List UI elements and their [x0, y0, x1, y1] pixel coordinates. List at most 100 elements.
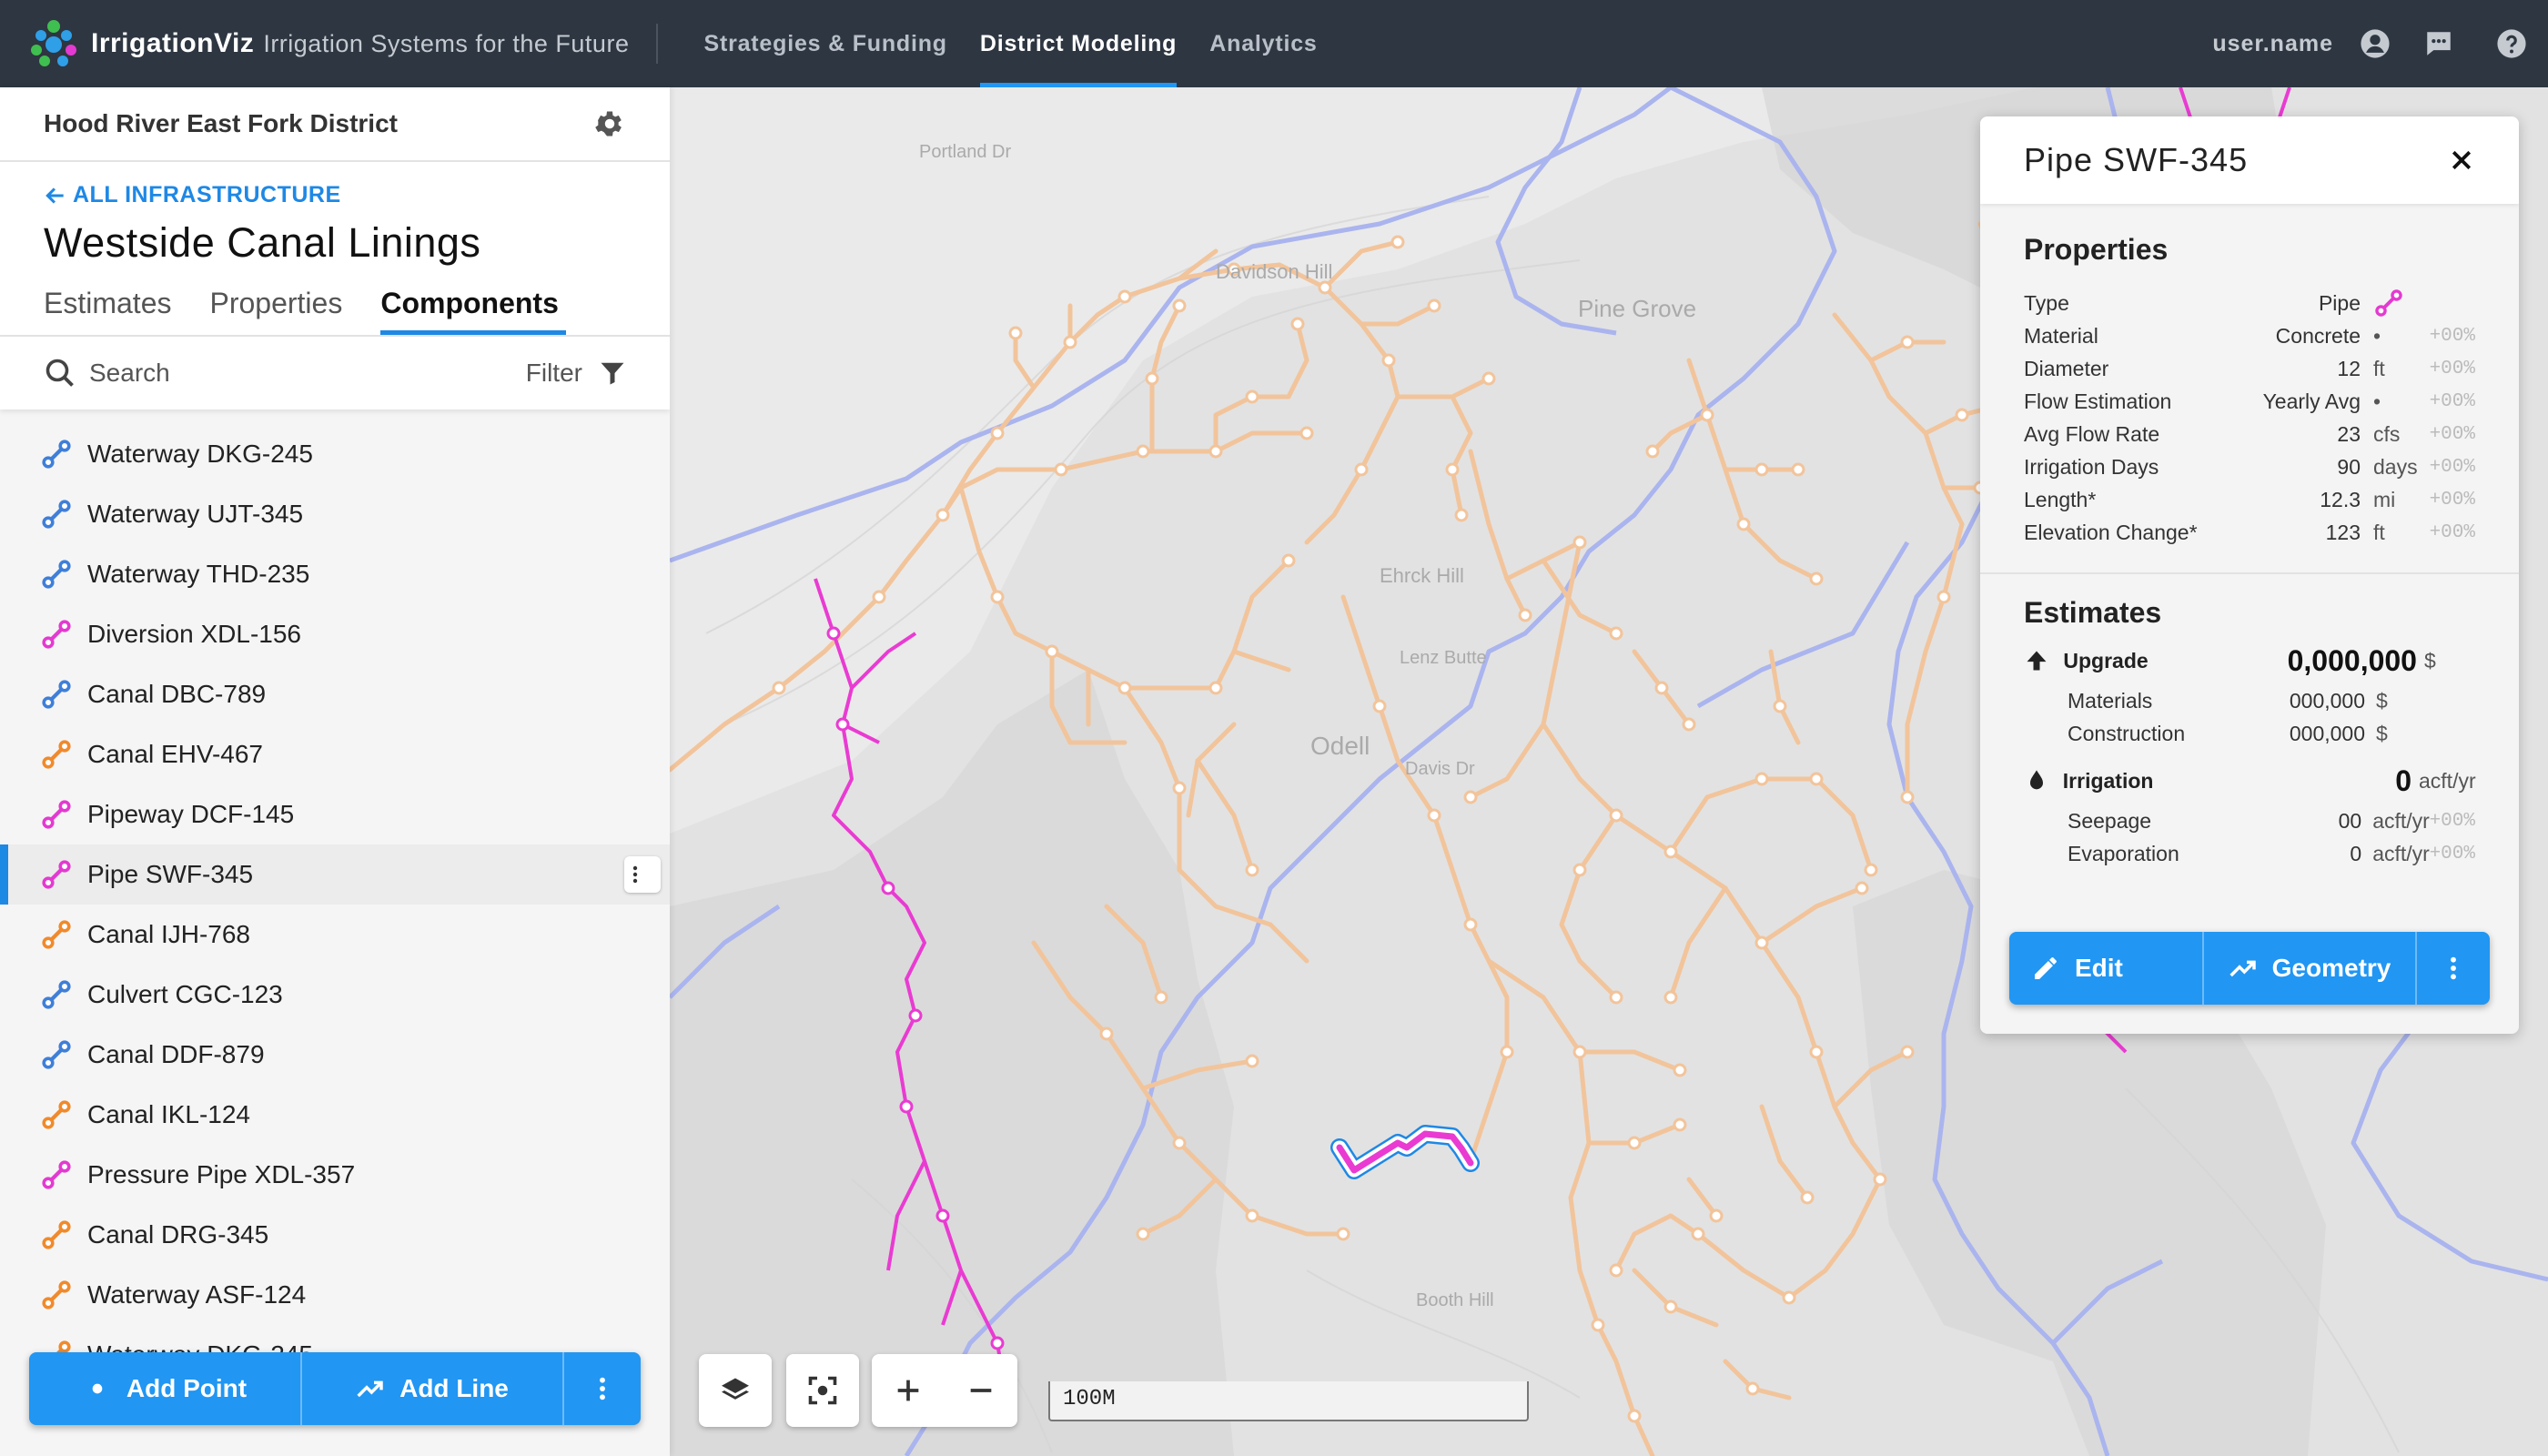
component-label: Waterway THD-235: [87, 560, 310, 588]
upgrade-breakdown: Materials 000,000 $ Construction 000,000 $: [2024, 684, 2475, 750]
top-navigation-bar: IrrigationViz Irrigation Systems for the…: [0, 0, 2548, 87]
component-label: Canal IKL-124: [87, 1100, 251, 1128]
more-actions-button[interactable]: [564, 1352, 641, 1425]
property-row: Diameter 12 ft +00%: [2024, 352, 2475, 385]
component-list-item[interactable]: Canal DRG-345: [0, 1205, 670, 1265]
property-change: +00%: [2429, 521, 2475, 543]
upgrade-row: Upgrade 0,000,000 $: [2024, 637, 2475, 684]
nav-district-modeling[interactable]: District Modeling: [964, 0, 1193, 87]
component-list-item[interactable]: Culvert CGC-123: [0, 965, 670, 1025]
component-list-item[interactable]: Pressure Pipe XDL-357: [0, 1145, 670, 1205]
chat-icon: [2427, 32, 2451, 56]
trend-line-icon: [357, 1380, 383, 1398]
user-account-button[interactable]: [2348, 0, 2402, 87]
detail-more-button[interactable]: [2417, 932, 2490, 1005]
all-infrastructure-link[interactable]: ALL INFRASTRUCTURE: [44, 182, 626, 208]
layers-button[interactable]: [699, 1354, 772, 1427]
point-icon: [92, 1383, 103, 1394]
main-nav: Strategies & Funding District Modeling A…: [687, 0, 1333, 87]
zoom-in-button[interactable]: [872, 1354, 945, 1427]
username[interactable]: user.name: [2212, 31, 2333, 57]
property-unit: days: [2373, 454, 2418, 479]
nav-strategies-funding[interactable]: Strategies & Funding: [687, 0, 963, 87]
add-line-label: Add Line: [399, 1374, 509, 1402]
property-unit: •: [2373, 389, 2381, 413]
estimate-sub-unit: $: [2376, 688, 2388, 713]
property-value[interactable]: 123: [2215, 521, 2361, 545]
estimate-sub-row: Construction 000,000 $: [2024, 717, 2475, 750]
component-list-item[interactable]: Canal IKL-124: [0, 1085, 670, 1145]
district-header: Hood River East Fork District: [0, 87, 670, 162]
component-list-item[interactable]: Pipeway DCF-145: [0, 784, 670, 844]
component-label: Pipe SWF-345: [87, 860, 254, 888]
detail-actions-bar: Edit Geometry: [2009, 932, 2490, 1005]
property-value[interactable]: Concrete: [2215, 324, 2361, 349]
property-change: +00%: [2429, 456, 2475, 478]
component-label: Canal IJH-768: [87, 920, 250, 948]
help-button[interactable]: [2475, 0, 2548, 87]
zoom-to-extent-button[interactable]: [786, 1354, 859, 1427]
messages-button[interactable]: [2402, 0, 2475, 87]
filter-button[interactable]: Filter: [526, 359, 626, 388]
app-tagline: Irrigation Systems for the Future: [263, 29, 630, 57]
geometry-button[interactable]: Geometry: [2204, 932, 2417, 1005]
property-change: +00%: [2429, 423, 2475, 445]
tab-components[interactable]: Components: [380, 287, 566, 335]
property-value[interactable]: 90: [2215, 455, 2361, 480]
search-input[interactable]: Search: [44, 357, 170, 389]
gear-icon: [595, 111, 622, 136]
pipe-segment-icon: [2375, 289, 2402, 317]
brand[interactable]: IrrigationViz Irrigation Systems for the…: [0, 0, 629, 87]
property-label: Elevation Change*: [2024, 520, 2198, 544]
component-list-item[interactable]: Canal DDF-879: [0, 1025, 670, 1085]
component-label: Canal DBC-789: [87, 680, 267, 708]
district-settings-button[interactable]: [593, 107, 626, 140]
edit-button[interactable]: Edit: [2009, 932, 2204, 1005]
detail-header: Pipe SWF-345: [1980, 116, 2519, 204]
component-list-item[interactable]: Waterway DKG-245: [0, 424, 670, 484]
estimate-sub-unit: acft/yr: [2372, 841, 2430, 865]
component-list-item[interactable]: Waterway ASF-124: [0, 1265, 670, 1325]
component-label: Canal DRG-345: [87, 1220, 269, 1249]
back-link-label: ALL INFRASTRUCTURE: [73, 182, 341, 207]
add-point-button[interactable]: Add Point: [29, 1352, 302, 1425]
add-line-button[interactable]: Add Line: [302, 1352, 564, 1425]
component-list-item[interactable]: Diversion XDL-156: [0, 604, 670, 664]
component-list-item[interactable]: Waterway THD-235: [0, 544, 670, 604]
property-value[interactable]: 12: [2215, 357, 2361, 381]
component-list-item[interactable]: Canal EHV-467: [0, 724, 670, 784]
property-change: +00%: [2429, 325, 2475, 347]
property-value[interactable]: 23: [2215, 422, 2361, 447]
add-actions-bar: Add Point Add Line: [29, 1352, 641, 1425]
component-list-item[interactable]: Canal DBC-789: [0, 664, 670, 724]
top-divider: [656, 24, 659, 64]
component-list-item[interactable]: Canal IJH-768: [0, 905, 670, 965]
zoom-controls: [872, 1354, 1017, 1427]
waterway-segment-icon: [42, 500, 71, 529]
upgrade-value: 0,000,000: [2287, 643, 2417, 677]
item-menu-button[interactable]: [624, 856, 661, 893]
property-label: Irrigation Days: [2024, 454, 2159, 479]
component-label: Diversion XDL-156: [87, 620, 301, 648]
close-icon: [2452, 150, 2472, 170]
property-value[interactable]: Yearly Avg: [2215, 389, 2361, 414]
tab-properties[interactable]: Properties: [209, 287, 342, 335]
map-label-odell: Odell: [1310, 732, 1370, 760]
pipe-segment-icon: [42, 620, 71, 649]
property-value[interactable]: 12.3: [2215, 488, 2361, 512]
component-list-item[interactable]: Waterway UJT-345: [0, 484, 670, 544]
component-list-item[interactable]: Pipe SWF-345: [0, 844, 670, 905]
irrigation-label: Irrigation: [2062, 768, 2154, 793]
property-label: Material: [2024, 323, 2098, 348]
tab-estimates[interactable]: Estimates: [44, 287, 171, 335]
component-label: Pipeway DCF-145: [87, 800, 295, 828]
pencil-icon: [2035, 957, 2057, 979]
close-detail-button[interactable]: [2448, 147, 2475, 174]
component-list: Waterway DKG-245 Waterway UJT-345 Waterway…: [0, 410, 670, 1385]
estimate-sub-value: 00: [2338, 808, 2362, 833]
property-label: Avg Flow Rate: [2024, 421, 2160, 446]
zoom-out-button[interactable]: [945, 1354, 1017, 1427]
more-vertical-icon: [600, 1377, 605, 1400]
nav-analytics[interactable]: Analytics: [1193, 0, 1333, 87]
property-value[interactable]: Pipe: [2215, 291, 2361, 316]
